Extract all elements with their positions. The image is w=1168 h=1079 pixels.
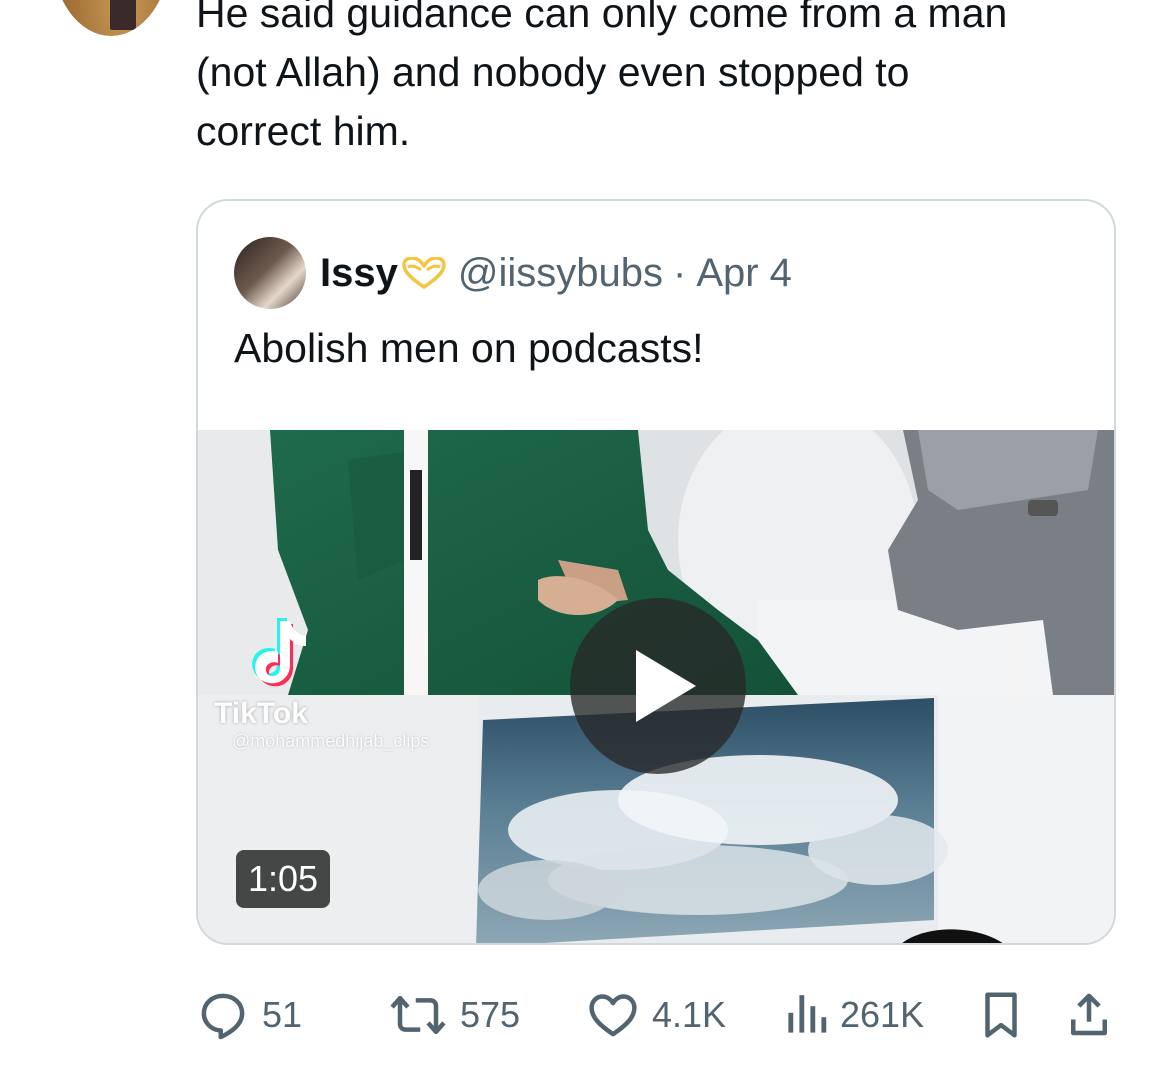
bookmark-icon [985, 992, 1017, 1038]
analytics-bars-icon [788, 995, 827, 1033]
quoted-tweet-date[interactable]: Apr 4 [696, 251, 792, 296]
views-button[interactable]: 261K [784, 985, 924, 1045]
tweet-action-bar: 51 575 4.1K 261K [196, 985, 1118, 1045]
avatar-figure [110, 0, 136, 30]
repost-button[interactable]: 575 [388, 985, 520, 1045]
tiktok-watermark: TikTok @mohammedhijab_clips [214, 615, 534, 751]
like-button[interactable]: 4.1K [586, 985, 726, 1045]
reply-count: 51 [262, 994, 303, 1035]
quoted-tweet-text: Abolish men on podcasts! [234, 325, 704, 371]
share-button[interactable] [1066, 985, 1112, 1045]
yellow-heart-hands-icon [402, 257, 446, 289]
tweet-text: He said guidance can only come from a ma… [196, 0, 1008, 154]
play-icon [636, 650, 696, 722]
tiktok-logo-icon [252, 618, 306, 687]
tiktok-user-text: @mohammedhijab_clips [232, 731, 430, 751]
header-separator: · [672, 250, 687, 295]
bookmark-button[interactable] [978, 985, 1024, 1045]
video-duration-badge: 1:05 [236, 850, 331, 908]
video-player[interactable]: TikTok @mohammedhijab_clips 1:05 [198, 430, 1114, 943]
reply-button[interactable]: 51 [196, 985, 302, 1045]
share-icon [1071, 993, 1107, 1036]
heart-icon [589, 994, 637, 1037]
quoted-tweet-card[interactable]: Issy @iissybubs · Apr 4 Abolish men on p… [196, 199, 1116, 945]
view-count: 261K [840, 994, 925, 1035]
repost-icon [390, 995, 446, 1035]
like-count: 4.1K [652, 994, 727, 1035]
quoted-author-avatar[interactable] [234, 237, 306, 309]
reply-icon [201, 993, 245, 1040]
tiktok-brand-text: TikTok [214, 697, 308, 730]
quoted-author-name[interactable]: Issy [320, 251, 398, 296]
repost-count: 575 [460, 994, 521, 1035]
quoted-author-handle[interactable]: @iissybubs [458, 251, 663, 296]
play-button[interactable] [570, 598, 746, 774]
quoted-tweet-header: Issy @iissybubs · Apr 4 [320, 251, 792, 295]
author-avatar[interactable] [52, 0, 170, 36]
